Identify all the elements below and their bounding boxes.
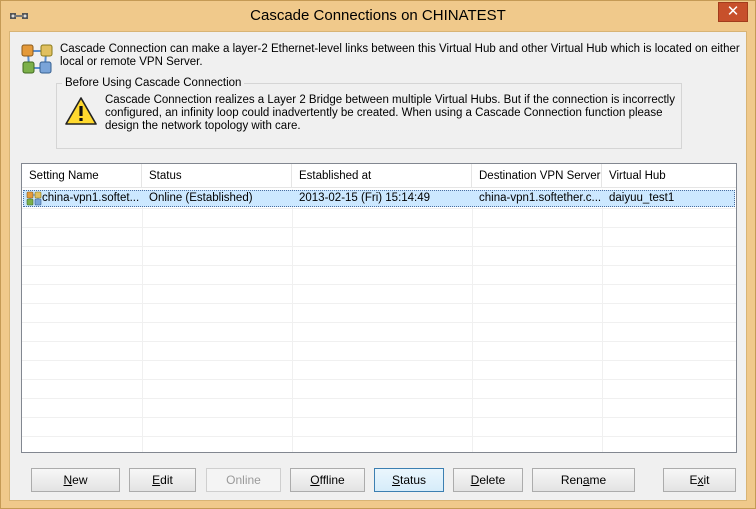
cascade-network-icon: [21, 44, 53, 74]
online-button-label-suffix: Online: [226, 473, 261, 487]
grid-line: [602, 189, 603, 452]
grid-line: [22, 417, 736, 418]
grid-line: [22, 265, 736, 266]
list-header: Setting Name Status Established at Desti…: [22, 164, 736, 188]
column-status[interactable]: Status: [142, 164, 292, 188]
intro-line-1: Cascade Connection can make a layer-2 Et…: [60, 43, 740, 55]
column-destination-vpn-server[interactable]: Destination VPN Server: [472, 164, 602, 188]
column-established-at[interactable]: Established at: [292, 164, 472, 188]
grid-line: [472, 189, 473, 452]
grid-line: [22, 398, 736, 399]
exit-button[interactable]: Exit: [663, 468, 736, 492]
warning-line-1: Cascade Connection realizes a Layer 2 Br…: [105, 94, 675, 106]
cell-established-at: 2013-02-15 (Fri) 15:14:49: [299, 192, 431, 204]
offline-button-label-suffix: ffline: [319, 473, 345, 487]
delete-button-label-suffix: elete: [479, 473, 506, 487]
rename-button[interactable]: Rename: [532, 468, 635, 492]
warning-icon: [65, 97, 97, 125]
grid-line: [22, 303, 736, 304]
table-row[interactable]: china-vpn1.softet... Online (Established…: [23, 190, 735, 207]
rename-button-mnemonic: a: [582, 473, 590, 487]
grid-line: [22, 284, 736, 285]
intro-line-2: local or remote VPN Server.: [60, 56, 203, 68]
grid-line: [22, 246, 736, 247]
list-body[interactable]: china-vpn1.softet... Online (Established…: [22, 189, 736, 452]
delete-button[interactable]: Delete: [453, 468, 523, 492]
new-button-mnemonic: N: [63, 473, 73, 487]
cell-status: Online (Established): [149, 192, 253, 204]
new-button[interactable]: New: [31, 468, 120, 492]
cell-setting-name: china-vpn1.softet...: [42, 192, 140, 204]
title-bar[interactable]: Cascade Connections on CHINATEST ✕: [1, 1, 755, 31]
grid-line: [22, 436, 736, 437]
grid-line: [22, 227, 736, 228]
status-button[interactable]: Status: [374, 468, 444, 492]
grid-line: [22, 379, 736, 380]
cascade-window: Cascade Connections on CHINATEST ✕ Casca…: [0, 0, 756, 509]
cell-virtual-hub: daiyuu_test1: [609, 192, 675, 204]
grid-line: [22, 341, 736, 342]
dialog-body: Cascade Connection can make a layer-2 Et…: [9, 31, 747, 501]
group-legend: Before Using Cascade Connection: [62, 76, 245, 90]
grid-line: [22, 208, 736, 209]
exit-button-label-suffix: it: [703, 473, 710, 487]
grid-line: [22, 360, 736, 361]
status-button-mnemonic: S: [391, 473, 400, 487]
intro-description: Cascade Connection can make a layer-2 Et…: [60, 43, 740, 69]
column-virtual-hub[interactable]: Virtual Hub: [602, 164, 736, 188]
edit-button-mnemonic: E: [152, 473, 161, 487]
exit-button-label-prefix: E: [689, 473, 698, 487]
grid-line: [142, 189, 143, 452]
edit-button[interactable]: Edit: [129, 468, 196, 492]
window-title: Cascade Connections on CHINATEST: [250, 7, 506, 24]
grid-line: [292, 189, 293, 452]
cell-destination-vpn-server: china-vpn1.softether.c...: [479, 192, 602, 204]
rename-button-label-prefix: Ren: [560, 473, 583, 487]
offline-button[interactable]: Offline: [290, 468, 365, 492]
status-button-label-suffix: tatus: [400, 473, 427, 487]
online-button: Online: [206, 468, 281, 492]
rename-button-label-suffix: me: [589, 473, 607, 487]
delete-button-mnemonic: D: [470, 473, 480, 487]
edit-button-label-suffix: dit: [160, 473, 173, 487]
close-button[interactable]: ✕: [718, 2, 748, 22]
new-button-label-suffix: ew: [72, 473, 88, 487]
warning-text: Cascade Connection realizes a Layer 2 Br…: [105, 94, 675, 133]
cascade-list[interactable]: Setting Name Status Established at Desti…: [21, 163, 737, 453]
warning-line-3: design the network topology with care.: [105, 120, 301, 132]
before-using-group: Before Using Cascade Connection Cascade …: [56, 76, 682, 149]
column-setting-name[interactable]: Setting Name: [22, 164, 142, 188]
offline-button-mnemonic: O: [310, 473, 320, 487]
warning-line-2: configured, an infinity loop could inadv…: [105, 107, 663, 119]
grid-line: [22, 322, 736, 323]
